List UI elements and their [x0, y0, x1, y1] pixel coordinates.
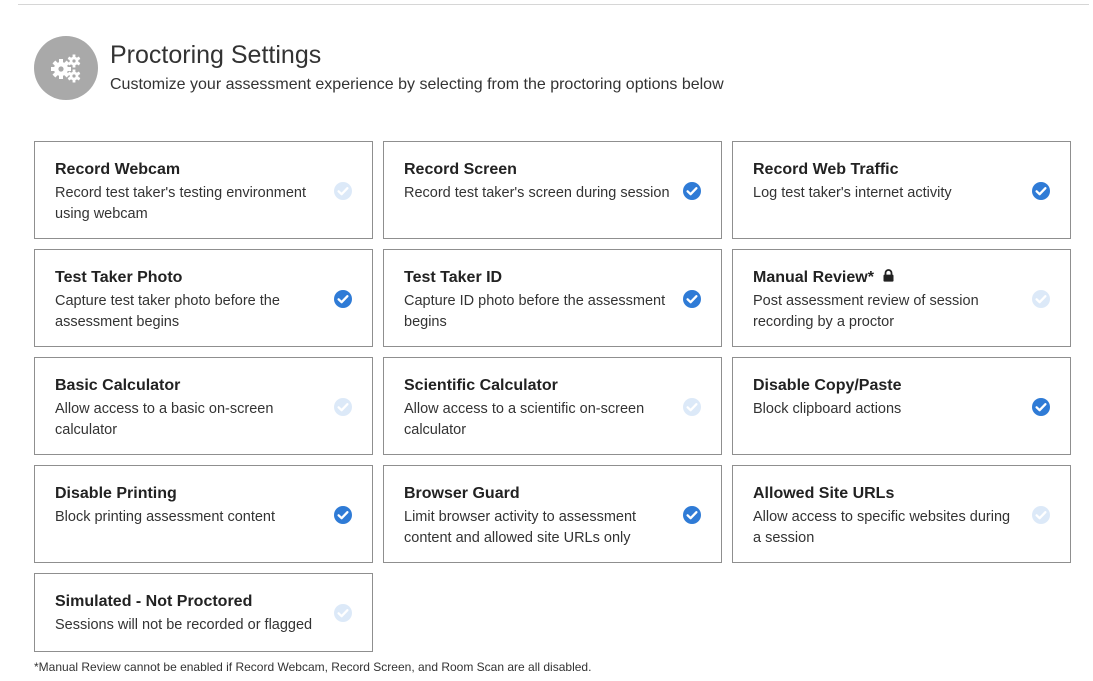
option-title-text: Browser Guard: [404, 485, 520, 502]
option-title-text: Disable Copy/Paste: [753, 377, 902, 394]
option-card[interactable]: Record Webcam Record test taker's testing…: [34, 141, 373, 239]
option-title-text: Basic Calculator: [55, 377, 181, 394]
footnote: *Manual Review cannot be enabled if Reco…: [34, 660, 592, 674]
option-card[interactable]: Basic Calculator Allow access to a basic …: [34, 357, 373, 455]
option-description: Record test taker's screen during sessio…: [404, 185, 670, 201]
checkmark-icon[interactable]: [1032, 506, 1050, 524]
option-description: Allow access to a basic on-screen calcul…: [55, 401, 274, 438]
option-description: Block clipboard actions: [753, 401, 902, 417]
option-title-text: Record Web Traffic: [753, 161, 899, 178]
top-divider: [18, 4, 1089, 5]
lock-icon: [883, 269, 894, 287]
option-title: Scientific Calculator: [404, 377, 558, 395]
page-subtitle: Customize your assessment experience by …: [110, 76, 724, 93]
option-title-text: Test Taker ID: [404, 269, 503, 286]
option-title-text: Manual Review*: [753, 269, 874, 286]
checkmark-icon[interactable]: [334, 182, 352, 200]
option-card[interactable]: Simulated - Not Proctored Sessions will n…: [34, 573, 373, 652]
checkmark-icon[interactable]: [683, 182, 701, 200]
option-description: Post assessment review of session record…: [753, 293, 979, 330]
option-description: Capture test taker photo before the asse…: [55, 293, 280, 330]
checkmark-icon[interactable]: [683, 506, 701, 524]
option-card[interactable]: Record Web Traffic Log test taker's inter…: [732, 141, 1071, 239]
option-title: Record Screen: [404, 161, 517, 179]
option-description: Log test taker's internet activity: [753, 185, 952, 201]
option-card[interactable]: Test Taker ID Capture ID photo before the…: [383, 249, 722, 347]
checkmark-icon[interactable]: [683, 398, 701, 416]
option-title: Test Taker Photo: [55, 269, 182, 287]
option-card[interactable]: Disable Copy/Paste Block clipboard action…: [732, 357, 1071, 455]
option-title-text: Record Screen: [404, 161, 517, 178]
checkmark-icon[interactable]: [1032, 398, 1050, 416]
option-card[interactable]: Test Taker Photo Capture test taker photo…: [34, 249, 373, 347]
option-title-text: Allowed Site URLs: [753, 485, 895, 502]
gears-icon: [34, 36, 98, 100]
option-title: Record Web Traffic: [753, 161, 899, 179]
checkmark-icon[interactable]: [334, 398, 352, 416]
option-card[interactable]: Manual Review* Post assessment review of …: [732, 249, 1071, 347]
option-title: Manual Review*: [753, 269, 894, 287]
checkmark-icon[interactable]: [1032, 290, 1050, 308]
option-title-text: Scientific Calculator: [404, 377, 558, 394]
option-description: Capture ID photo before the assessment b…: [404, 293, 666, 330]
checkmark-icon[interactable]: [683, 290, 701, 308]
option-description: Block printing assessment content: [55, 509, 276, 525]
option-card[interactable]: Disable Printing Block printing assessmen…: [34, 465, 373, 563]
option-title: Basic Calculator: [55, 377, 180, 395]
option-title-text: Disable Printing: [55, 485, 177, 502]
option-description: Allow access to a scientific on-screen c…: [404, 401, 645, 438]
option-description: Record test taker's testing environment …: [55, 185, 306, 222]
option-description: Allow access to specific websites during…: [753, 509, 1011, 546]
option-title: Simulated - Not Proctored: [55, 593, 252, 611]
option-card[interactable]: Scientific Calculator Allow access to a s…: [383, 357, 722, 455]
checkmark-icon[interactable]: [334, 506, 352, 524]
option-title-text: Test Taker Photo: [55, 269, 183, 286]
page-title: Proctoring Settings: [110, 41, 322, 69]
option-card[interactable]: Allowed Site URLs Allow access to specifi…: [732, 465, 1071, 563]
option-description: Limit browser activity to assessment con…: [404, 509, 637, 546]
option-title: Browser Guard: [404, 485, 520, 503]
page-header: Proctoring Settings Customize your asses…: [34, 36, 724, 102]
option-card[interactable]: Browser Guard Limit browser activity to a…: [383, 465, 722, 563]
option-title: Test Taker ID: [404, 269, 502, 287]
option-title: Allowed Site URLs: [753, 485, 894, 503]
option-title: Disable Printing: [55, 485, 177, 503]
option-title: Record Webcam: [55, 161, 180, 179]
option-title-text: Simulated - Not Proctored: [55, 593, 253, 610]
option-card[interactable]: Record Screen Record test taker's screen …: [383, 141, 722, 239]
option-title-text: Record Webcam: [55, 161, 181, 178]
checkmark-icon[interactable]: [1032, 182, 1050, 200]
checkmark-icon[interactable]: [334, 290, 352, 308]
checkmark-icon[interactable]: [334, 604, 352, 622]
option-title: Disable Copy/Paste: [753, 377, 902, 395]
option-description: Sessions will not be recorded or flagged: [55, 617, 313, 633]
